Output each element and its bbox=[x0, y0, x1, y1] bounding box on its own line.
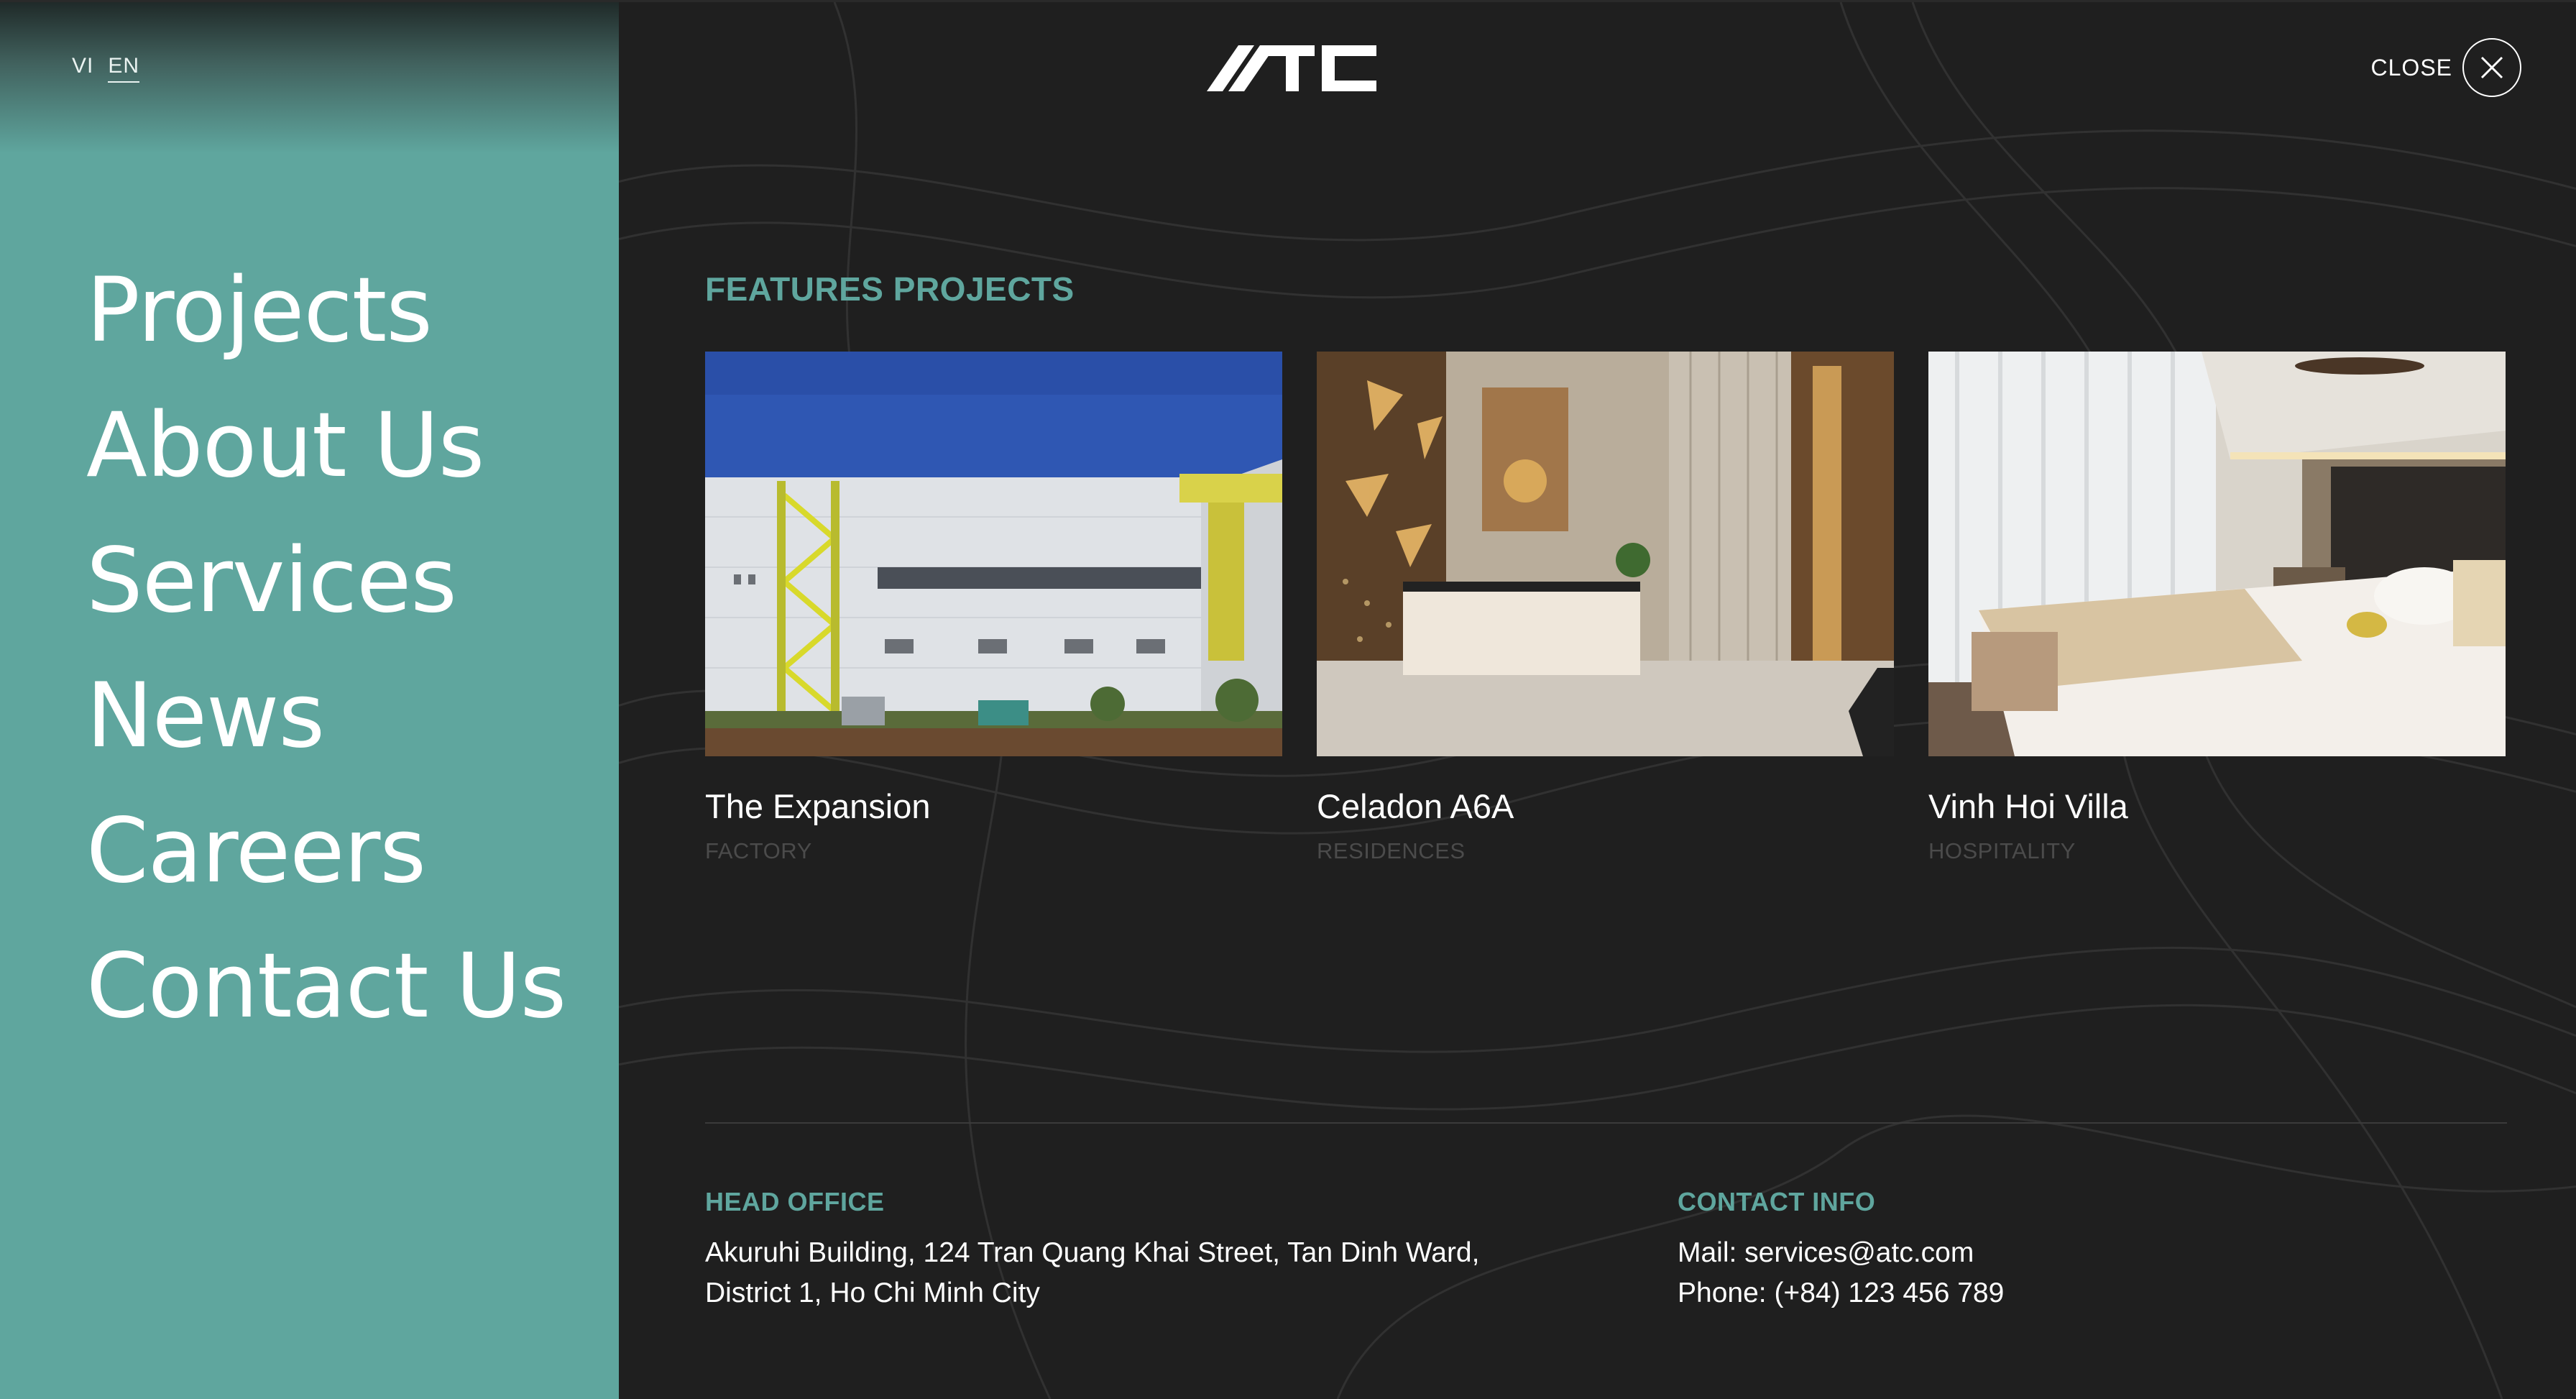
project-category: FACTORY bbox=[705, 838, 812, 863]
close-label: CLOSE bbox=[2370, 54, 2452, 81]
language-option-vi[interactable]: VI bbox=[72, 54, 93, 83]
project-card[interactable]: Vinh Hoi Villa HOSPITALITY bbox=[1928, 352, 2506, 864]
atc-logo-icon[interactable] bbox=[1207, 42, 1379, 94]
project-card[interactable]: The Expansion FACTORY bbox=[705, 352, 1282, 864]
project-image-factory bbox=[705, 352, 1282, 756]
contact-mail[interactable]: Mail: services@atc.com bbox=[1678, 1233, 2004, 1273]
project-cards: The Expansion FACTORY Celadon A6A RESIDE… bbox=[705, 352, 2506, 864]
footer-divider bbox=[705, 1122, 2507, 1124]
close-button[interactable]: CLOSE bbox=[2371, 38, 2521, 97]
head-office-block: HEAD OFFICE Akuruhi Building, 124 Tran Q… bbox=[705, 1187, 1479, 1313]
close-x-icon bbox=[2462, 38, 2521, 97]
nav-item-news[interactable]: News bbox=[86, 648, 566, 784]
nav-item-projects[interactable]: Projects bbox=[86, 243, 566, 378]
project-image-residence-lobby bbox=[1317, 352, 1894, 756]
head-office-address-line2: District 1, Ho Chi Minh City bbox=[705, 1278, 1040, 1308]
nav-item-contact-us[interactable]: Contact Us bbox=[86, 919, 566, 1054]
nav-item-services[interactable]: Services bbox=[86, 513, 566, 648]
project-title: The Expansion bbox=[705, 787, 931, 825]
nav-item-careers[interactable]: Careers bbox=[86, 784, 566, 919]
right-content-panel: CLOSE FEATURES PROJECTS The Expansion FA… bbox=[619, 0, 2576, 1399]
project-category: RESIDENCES bbox=[1317, 838, 1466, 863]
project-image-villa-bedroom bbox=[1928, 352, 2506, 756]
language-switcher: VI EN bbox=[72, 54, 140, 83]
features-projects-title: FEATURES PROJECTS bbox=[705, 270, 1075, 308]
left-nav-panel: VI EN Projects About Us Services News Ca… bbox=[0, 0, 619, 1399]
project-category: HOSPITALITY bbox=[1928, 838, 2076, 863]
menu-overlay: VI EN Projects About Us Services News Ca… bbox=[0, 0, 2576, 1399]
contact-info-block: CONTACT INFO Mail: services@atc.com Phon… bbox=[1678, 1187, 2004, 1313]
contact-info-heading: CONTACT INFO bbox=[1678, 1187, 1876, 1216]
contact-phone[interactable]: Phone: (+84) 123 456 789 bbox=[1678, 1273, 2004, 1313]
project-title: Vinh Hoi Villa bbox=[1928, 787, 2128, 825]
head-office-heading: HEAD OFFICE bbox=[705, 1187, 885, 1216]
language-option-en[interactable]: EN bbox=[108, 54, 140, 83]
head-office-address-line1: Akuruhi Building, 124 Tran Quang Khai St… bbox=[705, 1237, 1480, 1268]
project-card[interactable]: Celadon A6A RESIDENCES bbox=[1317, 352, 1894, 864]
project-title: Celadon A6A bbox=[1317, 787, 1514, 825]
main-nav: Projects About Us Services News Careers … bbox=[86, 243, 566, 1054]
nav-item-about-us[interactable]: About Us bbox=[86, 378, 566, 513]
